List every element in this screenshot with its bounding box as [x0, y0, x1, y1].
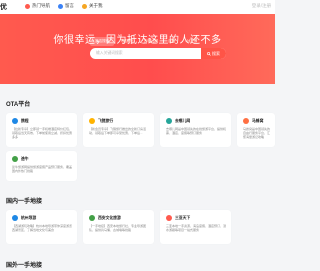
card-name: 马蜂窝 — [252, 118, 264, 123]
nav-item-label: 留言 — [65, 3, 74, 8]
card-desc: 【西湖游玩攻略】杭州本地导游带你深度游览西湖景区，了解当地文化与美食 — [12, 224, 73, 233]
card-name: 携程 — [21, 118, 29, 123]
card-desc: 三亚本地一手资源，海岛度假、酒店预订、潜水游艇等项目一站式服务 — [166, 224, 227, 233]
card-sanya[interactable]: 三亚天下 三亚本地一手资源，海岛度假、酒店预订、潜水游艇等项目一站式服务 — [160, 210, 231, 244]
search-button-label: 搜索 — [212, 50, 220, 56]
nav-item-message[interactable]: 留言 — [58, 3, 74, 9]
main-nav: 热门导航 留言 关于我 — [25, 3, 103, 9]
tuniu-icon — [12, 156, 18, 162]
tab-baidu[interactable]: 百度 — [163, 37, 180, 46]
card-desc: 【一手地接】西安本地旅行社，专业导游团队，提供兵马俑、古城墙等线路 — [89, 224, 147, 233]
tab-hotel-search[interactable]: 酒店搜索 — [90, 37, 115, 46]
card-desc: 【拉新专享】立即领一手机端酒店特价红包，领取后当天有效，下单前使用立减，折扣优惠… — [12, 127, 73, 140]
qunar-icon — [166, 118, 172, 124]
tab-fliggy[interactable]: 飞猪旅行 — [114, 37, 138, 46]
section-title-ota: OTA平台 — [6, 102, 31, 108]
login-link[interactable]: 登录/注册 — [252, 3, 271, 9]
card-desc: 【新会员专享】飞猪旅行推出的全新订房活动，领取后下单即可享受优惠，下单后... — [89, 127, 147, 136]
search-tabs: 酒店搜索 飞猪旅行 去哪儿网 百度 小红书 — [90, 37, 201, 46]
card-tuniu[interactable]: 途牛 途牛旅游网提供旅游度假产品预订服务，覆盖国内外热门线路 — [6, 151, 77, 181]
card-xian-culture[interactable]: 西安文化旅游 【一手地接】西安本地旅行社，专业导游团队，提供兵马俑、古城墙等线路 — [83, 210, 154, 244]
card-hangzhou-guide[interactable]: 杭州导游 【西湖游玩攻略】杭州本地导游带你深度游览西湖景区，了解当地文化与美食 — [6, 210, 77, 244]
card-ctrip[interactable]: 携程 【拉新专享】立即领一手机端酒店特价红包，领取后当天有效，下单前使用立减，折… — [6, 113, 77, 147]
message-icon — [58, 3, 63, 9]
search-icon — [207, 51, 211, 56]
card-qunar[interactable]: 去哪儿网 去哪儿网是中国领先的在线旅游平台，提供机票、酒店、度假等预订服务 — [160, 113, 231, 147]
nav-item-hot[interactable]: 热门导航 — [25, 3, 50, 9]
card-name: 杭州导游 — [21, 215, 37, 220]
search-box: 输入关键词搜索 搜索 — [90, 48, 226, 59]
sanya-icon — [166, 215, 172, 221]
card-name: 飞猪旅行 — [98, 118, 114, 123]
fliggy-icon — [89, 118, 95, 124]
card-desc: 去哪儿网是中国领先的在线旅游平台，提供机票、酒店、度假等预订服务 — [166, 127, 227, 136]
mafengwo-icon — [243, 118, 249, 124]
nav-item-about[interactable]: 关于我 — [82, 3, 103, 9]
search-button[interactable]: 搜索 — [201, 48, 226, 59]
tab-qunar[interactable]: 去哪儿网 — [139, 37, 163, 46]
xian-culture-icon — [89, 215, 95, 221]
card-name: 途牛 — [21, 156, 29, 161]
nav-item-label: 关于我 — [89, 3, 103, 8]
card-fliggy[interactable]: 飞猪旅行 【新会员专享】飞猪旅行推出的全新订房活动，领取后下单即可享受优惠，下单… — [83, 113, 154, 147]
top-navigation-bar: 优 热门导航 留言 关于我 登录/注册 — [0, 0, 275, 15]
ctrip-icon — [12, 118, 18, 124]
card-desc: 途牛旅游网提供旅游度假产品预订服务，覆盖国内外热门线路 — [12, 165, 73, 174]
hangzhou-guide-icon — [12, 215, 18, 221]
card-desc: 马蜂窝是中国领先的自由行服务平台，汇聚海量游记攻略 — [243, 127, 271, 140]
site-logo[interactable]: 优 — [0, 2, 7, 12]
fire-icon — [25, 3, 30, 9]
search-input[interactable]: 输入关键词搜索 — [96, 51, 201, 56]
nav-item-label: 热门导航 — [32, 3, 50, 8]
tab-xiaohongshu[interactable]: 小红书 — [180, 37, 201, 46]
section-title-overseas: 国外一手地接 — [6, 263, 43, 269]
card-name: 西安文化旅游 — [98, 215, 121, 220]
card-name: 去哪儿网 — [175, 118, 191, 123]
user-icon — [82, 3, 87, 9]
section-title-domestic: 国内一手地接 — [6, 199, 43, 205]
card-name: 三亚天下 — [175, 215, 191, 220]
card-mafengwo[interactable]: 马蜂窝 马蜂窝是中国领先的自由行服务平台，汇聚海量游记攻略 — [237, 113, 275, 147]
